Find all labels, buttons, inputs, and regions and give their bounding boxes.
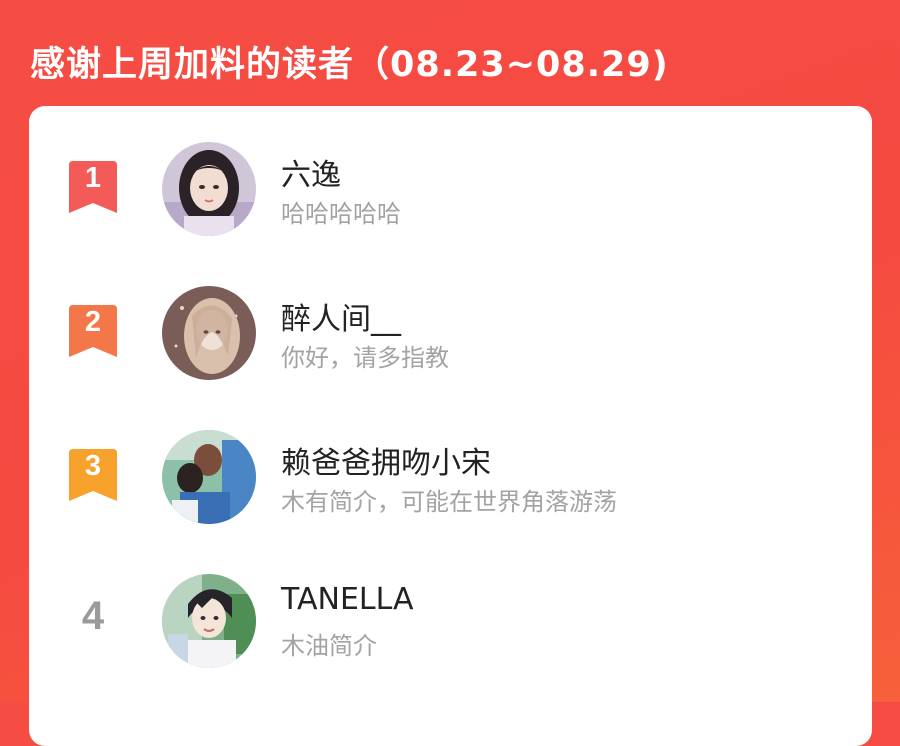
reader-name: 赖爸爸拥吻小宋 [281,446,491,481]
rank-number: 4 [81,594,105,638]
avatar[interactable] [162,574,256,668]
rank-ribbon-icon: 1 [69,161,117,215]
reader-name: TANELLA [281,582,414,617]
avatar-girl-photo-icon [162,142,256,236]
reader-row[interactable]: 1 六逸 哈哈哈哈哈 [29,138,872,248]
avatar[interactable] [162,286,256,380]
avatar-anime-girl-icon [162,286,256,380]
reader-row[interactable]: 3 赖爸爸拥吻小宋 木有简介，可能在世界角落游荡 [29,426,872,536]
reader-list-card: 1 六逸 哈哈哈哈哈 2 醉人间__ 你好，请多指教 3 赖爸爸拥吻小宋 木有简… [29,106,872,746]
reader-bio: 木油简介 [281,632,377,660]
avatar-anime-boy-icon [162,574,256,668]
reader-name: 六逸 [281,158,341,193]
avatar[interactable] [162,142,256,236]
header-title: 感谢上周加料的读者（08.23~08.29) [30,45,669,85]
reader-bio: 木有简介，可能在世界角落游荡 [281,488,617,516]
reader-name: 醉人间__ [281,302,401,337]
rank-number: 2 [84,306,102,338]
rank-number: 1 [84,162,102,194]
avatar-hug-photo-icon [162,430,256,524]
rank-ribbon-icon: 3 [69,449,117,503]
reader-bio: 你好，请多指教 [281,344,449,372]
avatar[interactable] [162,430,256,524]
reader-row[interactable]: 4 TANELLA 木油简介 [29,570,872,680]
reader-row[interactable]: 2 醉人间__ 你好，请多指教 [29,282,872,392]
rank-ribbon-icon: 2 [69,305,117,359]
rank-number: 3 [84,450,102,482]
reader-bio: 哈哈哈哈哈 [281,200,401,228]
